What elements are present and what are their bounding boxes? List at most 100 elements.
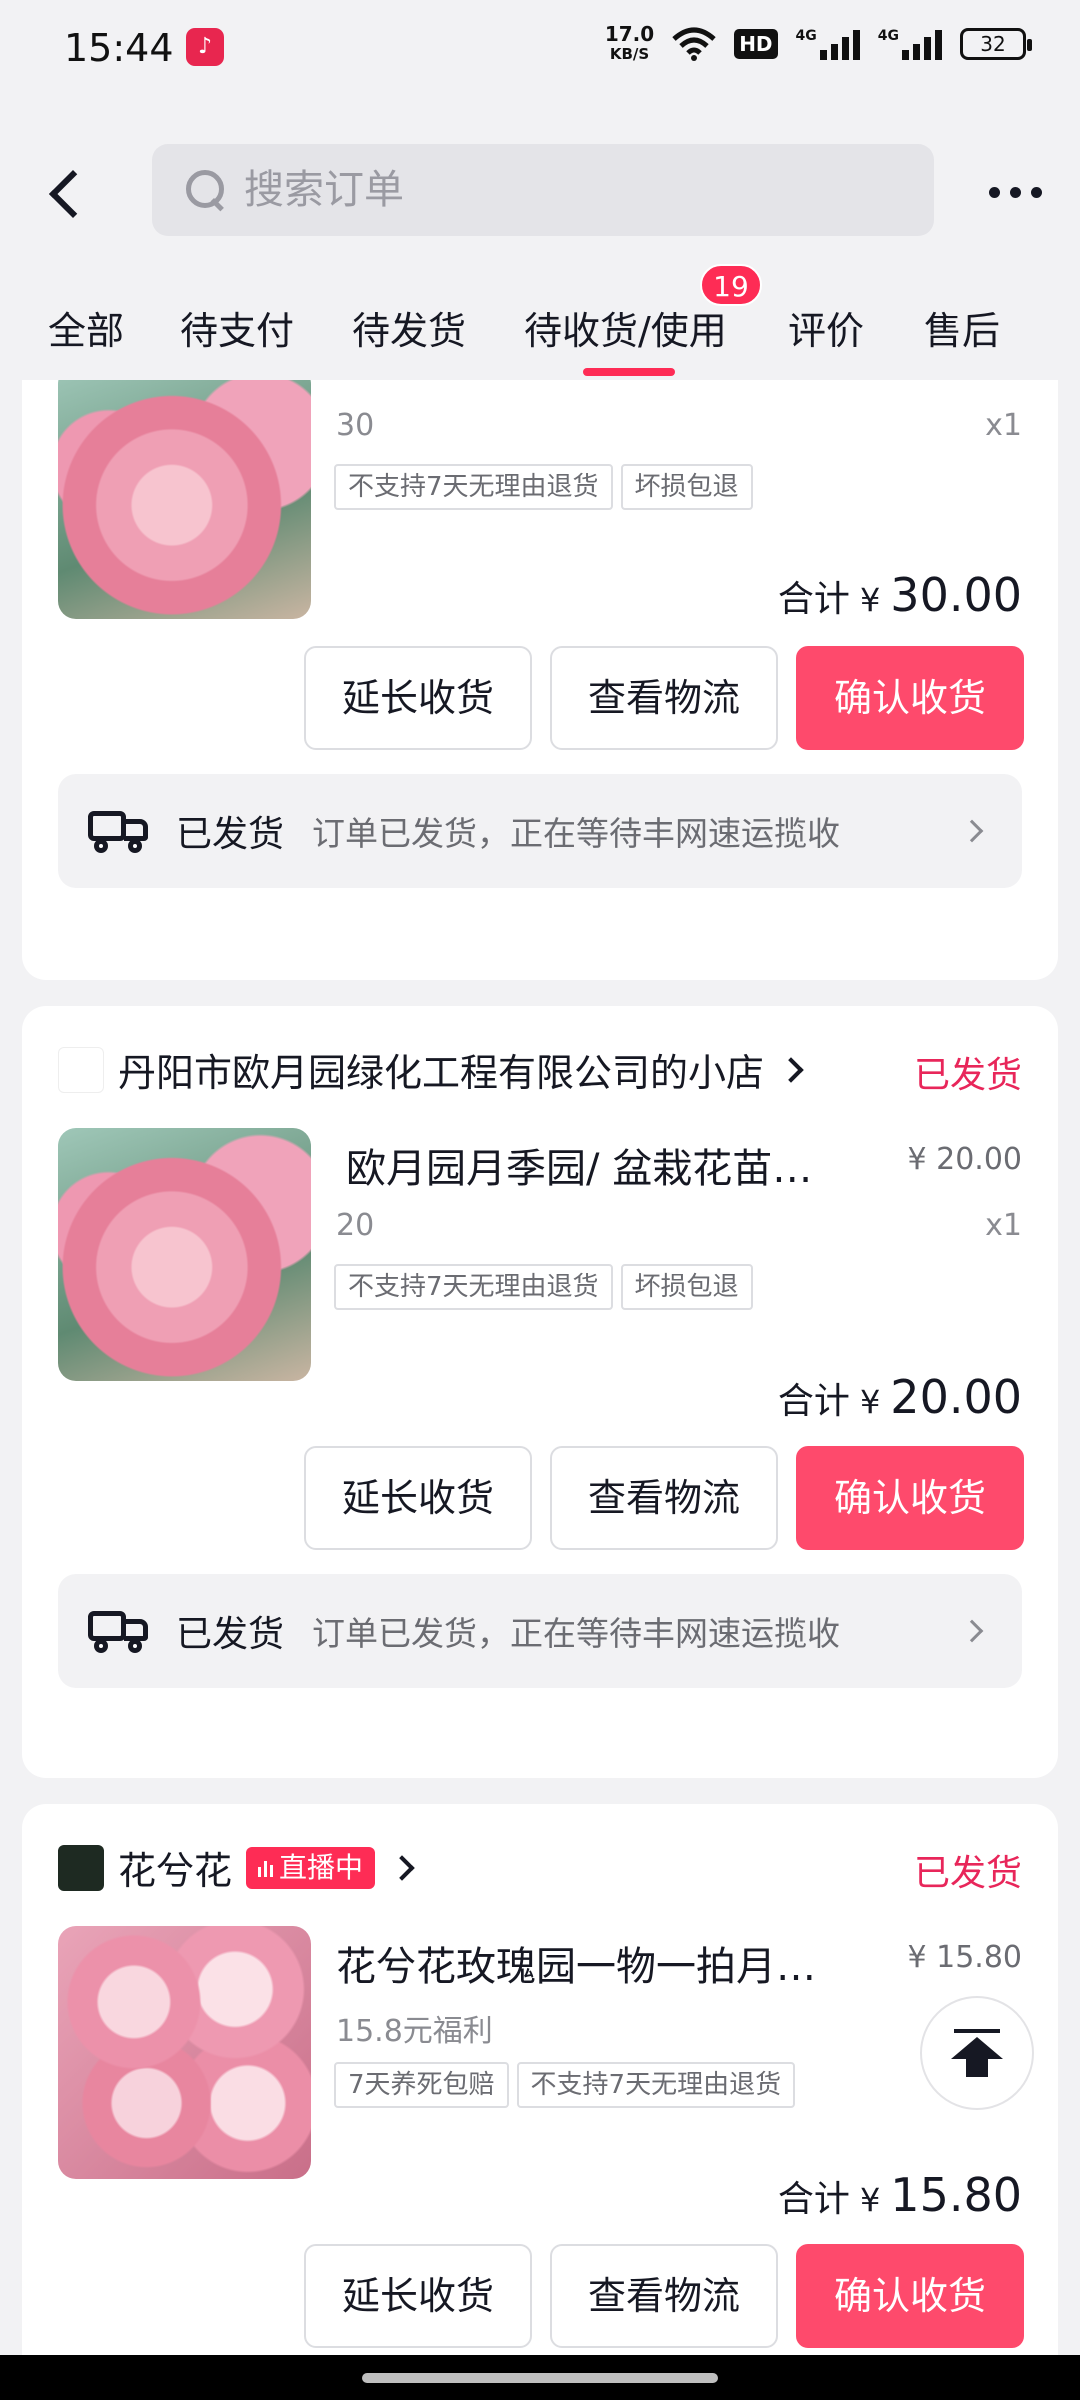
confirm-receipt-button[interactable]: 确认收货 — [796, 646, 1024, 750]
order-tabs: 全部 待支付 待发货 待收货/使用 19 评价 售后 — [0, 264, 1080, 380]
view-logistics-button[interactable]: 查看物流 — [550, 1446, 778, 1550]
signal-bars-icon — [819, 28, 860, 60]
system-nav-bar — [0, 2355, 1080, 2400]
shop-name: 花兮花 — [118, 1849, 233, 1893]
order-list[interactable]: 30 x1 不支持7天无理由退货 坏损包退 合计 ¥ 30.00 延长收货 查看… — [0, 380, 1080, 2355]
tag: 不支持7天无理由退货 — [516, 2062, 796, 2108]
signal-1: 4G — [796, 28, 860, 60]
total-label: 合计 — [777, 2179, 850, 2220]
search-icon — [186, 170, 226, 210]
order-total: 合计 ¥ 15.80 — [778, 2168, 1022, 2222]
truck-icon — [88, 809, 148, 853]
sim2-label: 4G — [877, 28, 899, 44]
shop-logo — [58, 1046, 104, 1093]
product-price: ¥ 15.80 — [907, 1940, 1022, 1975]
network-speed-unit: KB/S — [609, 45, 650, 63]
shipping-status: 已发货 — [176, 1614, 285, 1655]
search-input[interactable] — [244, 167, 844, 213]
live-bars-icon — [258, 1859, 274, 1877]
extend-receipt-button[interactable]: 延长收货 — [304, 2244, 532, 2348]
confirm-receipt-button[interactable]: 确认收货 — [796, 2244, 1024, 2348]
shop-header[interactable]: 花兮花 直播中 — [58, 1840, 415, 1895]
view-logistics-button[interactable]: 查看物流 — [550, 2244, 778, 2348]
hd-badge: HD — [734, 29, 778, 59]
live-label: 直播中 — [279, 1850, 364, 1884]
more-options-button[interactable] — [989, 172, 1042, 212]
tab-pending-shipment[interactable]: 待发货 — [352, 300, 466, 355]
back-button[interactable] — [40, 158, 98, 230]
chevron-right-icon — [389, 1854, 415, 1881]
total-amount: 30.00 — [890, 568, 1022, 622]
chevron-left-icon — [48, 169, 98, 219]
dot — [1031, 186, 1042, 198]
tag: 坏损包退 — [620, 1264, 753, 1310]
view-logistics-button[interactable]: 查看物流 — [550, 646, 778, 750]
dot — [1010, 186, 1021, 198]
order-total: 合计 ¥ 20.00 — [778, 1370, 1022, 1424]
currency-symbol: ¥ — [859, 581, 881, 619]
product-image[interactable] — [58, 1926, 311, 2179]
network-speed: 17.0 KB/S — [605, 24, 654, 64]
shop-name: 丹阳市欧月园绿化工程有限公司的小店 — [118, 1051, 765, 1095]
shipping-status-bar[interactable]: 已发货 订单已发货，正在等待丰网速运揽收 — [58, 774, 1022, 888]
tag: 不支持7天无理由退货 — [334, 1264, 613, 1310]
order-card: 30 x1 不支持7天无理由退货 坏损包退 合计 ¥ 30.00 延长收货 查看… — [22, 380, 1058, 980]
tab-pending-receipt[interactable]: 待收货/使用 — [524, 300, 727, 355]
confirm-receipt-button[interactable]: 确认收货 — [796, 1446, 1024, 1550]
wifi-icon — [672, 27, 716, 61]
tab-count-badge: 19 — [700, 264, 762, 306]
back-to-top-button[interactable] — [920, 1996, 1034, 2110]
product-spec: 15.8元福利 — [336, 2014, 493, 2049]
shipping-status-bar[interactable]: 已发货 订单已发货，正在等待丰网速运揽收 — [58, 1574, 1022, 1688]
product-price: ¥ 20.00 — [907, 1142, 1022, 1177]
product-quantity: x1 — [985, 408, 1022, 443]
chevron-right-icon — [960, 1619, 984, 1643]
tag: 7天养死包赔 — [334, 2062, 509, 2108]
status-bar: 15:44 ♪ 17.0 KB/S HD 4G 4G 32 — [0, 0, 1080, 100]
tab-all[interactable]: 全部 — [48, 300, 124, 355]
total-label: 合计 — [777, 579, 850, 620]
sim1-label: 4G — [795, 28, 817, 44]
extend-receipt-button[interactable]: 延长收货 — [304, 1446, 532, 1550]
status-time: 15:44 — [64, 26, 174, 70]
currency-symbol: ¥ — [859, 2181, 881, 2219]
home-indicator[interactable] — [362, 2373, 718, 2383]
arrow-up-icon — [954, 2029, 1000, 2033]
signal-bars-icon — [902, 28, 942, 60]
active-tab-indicator — [583, 368, 675, 376]
shipping-status: 已发货 — [176, 814, 285, 855]
order-card: 花兮花 直播中 已发货 花兮花玫瑰园一物一拍月… ¥ 15.80 15.8元福利… — [22, 1804, 1058, 2355]
shop-logo — [58, 1844, 104, 1891]
tab-after-sales[interactable]: 售后 — [924, 300, 1000, 355]
search-bar[interactable] — [152, 144, 934, 236]
signal-2: 4G — [878, 28, 942, 60]
product-quantity: x1 — [985, 1208, 1022, 1243]
product-title[interactable]: 花兮花玫瑰园一物一拍月… — [336, 1934, 816, 1992]
douyin-icon: ♪ — [186, 28, 224, 66]
product-tags: 不支持7天无理由退货 坏损包退 — [334, 1264, 753, 1310]
status-right-group: 17.0 KB/S HD 4G 4G 32 — [605, 24, 1032, 64]
live-badge[interactable]: 直播中 — [246, 1846, 376, 1889]
product-image[interactable] — [58, 380, 311, 619]
dot — [989, 186, 1000, 198]
product-tags: 7天养死包赔 不支持7天无理由退货 — [334, 2062, 796, 2108]
tab-review[interactable]: 评价 — [788, 300, 864, 355]
chevron-right-icon — [778, 1056, 804, 1083]
truck-icon — [88, 1609, 148, 1653]
order-total: 合计 ¥ 30.00 — [778, 568, 1022, 622]
product-tags: 不支持7天无理由退货 坏损包退 — [334, 464, 753, 510]
shop-header[interactable]: 丹阳市欧月园绿化工程有限公司的小店 — [58, 1042, 804, 1097]
product-image[interactable] — [58, 1128, 311, 1381]
order-status: 已发货 — [913, 1055, 1022, 1096]
tab-pending-payment[interactable]: 待支付 — [180, 300, 294, 355]
header: 全部 待支付 待发货 待收货/使用 19 评价 售后 — [0, 100, 1080, 380]
extend-receipt-button[interactable]: 延长收货 — [304, 646, 532, 750]
total-amount: 20.00 — [890, 1370, 1022, 1424]
product-spec: 20 — [336, 1208, 375, 1243]
arrow-up-head — [951, 2037, 1003, 2059]
currency-symbol: ¥ — [859, 1383, 881, 1421]
tag: 坏损包退 — [620, 464, 753, 510]
chevron-right-icon — [960, 819, 984, 843]
product-title[interactable]: 欧月园月季园/ 盆栽花苗… — [346, 1136, 812, 1194]
battery-icon: 32 — [960, 28, 1032, 60]
